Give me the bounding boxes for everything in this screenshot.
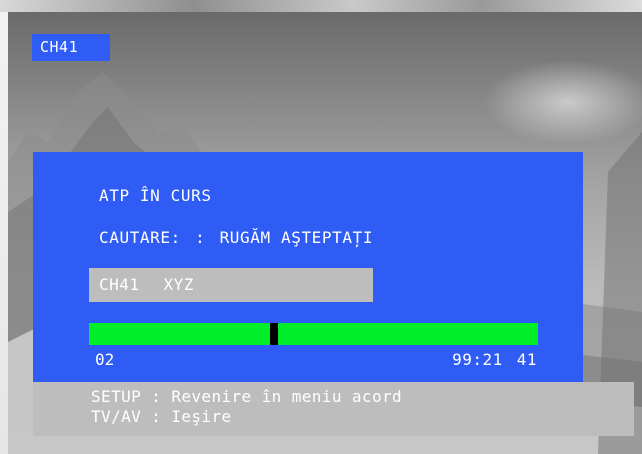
top-image-strip bbox=[0, 0, 642, 12]
search-message: RUGĂM AŞTEPTAȚI bbox=[219, 228, 374, 247]
scan-progress-marker bbox=[270, 323, 278, 345]
help-key-setup: SETUP bbox=[91, 387, 142, 406]
search-separator: : bbox=[195, 228, 206, 247]
progress-start-label: 02 bbox=[95, 350, 115, 369]
help-separator: : bbox=[151, 387, 162, 406]
channel-indicator-badge: CH41 bbox=[32, 34, 110, 61]
current-channel-name: XYZ bbox=[163, 275, 194, 294]
auto-tuning-panel: ATP ÎN CURS CAUTARE: : RUGĂM AŞTEPTAȚI C… bbox=[33, 152, 583, 382]
left-border bbox=[0, 12, 8, 454]
current-channel-number: CH41 bbox=[99, 275, 140, 294]
frequency-readout: 99:21 bbox=[452, 350, 503, 369]
status-title: ATP ÎN CURS bbox=[99, 186, 212, 205]
progress-end-readout: 99:21 41 bbox=[452, 350, 537, 369]
scan-progress-bar bbox=[89, 323, 538, 345]
search-status-line: CAUTARE: : RUGĂM AŞTEPTAȚI bbox=[99, 228, 373, 247]
help-key-tvav: TV/AV bbox=[91, 407, 142, 426]
help-line-setup: SETUP : Revenire în meniu acord bbox=[91, 387, 634, 407]
end-channel-label: 41 bbox=[516, 350, 537, 369]
help-bar: SETUP : Revenire în meniu acord TV/AV : … bbox=[33, 382, 634, 436]
help-separator: : bbox=[151, 407, 162, 426]
current-channel-field: CH41 XYZ bbox=[89, 268, 373, 302]
help-action-tvav: Ieşire bbox=[171, 407, 232, 426]
search-label: CAUTARE: bbox=[99, 228, 181, 247]
help-line-tvav: TV/AV : Ieşire bbox=[91, 407, 634, 427]
help-action-setup: Revenire în meniu acord bbox=[171, 387, 403, 406]
